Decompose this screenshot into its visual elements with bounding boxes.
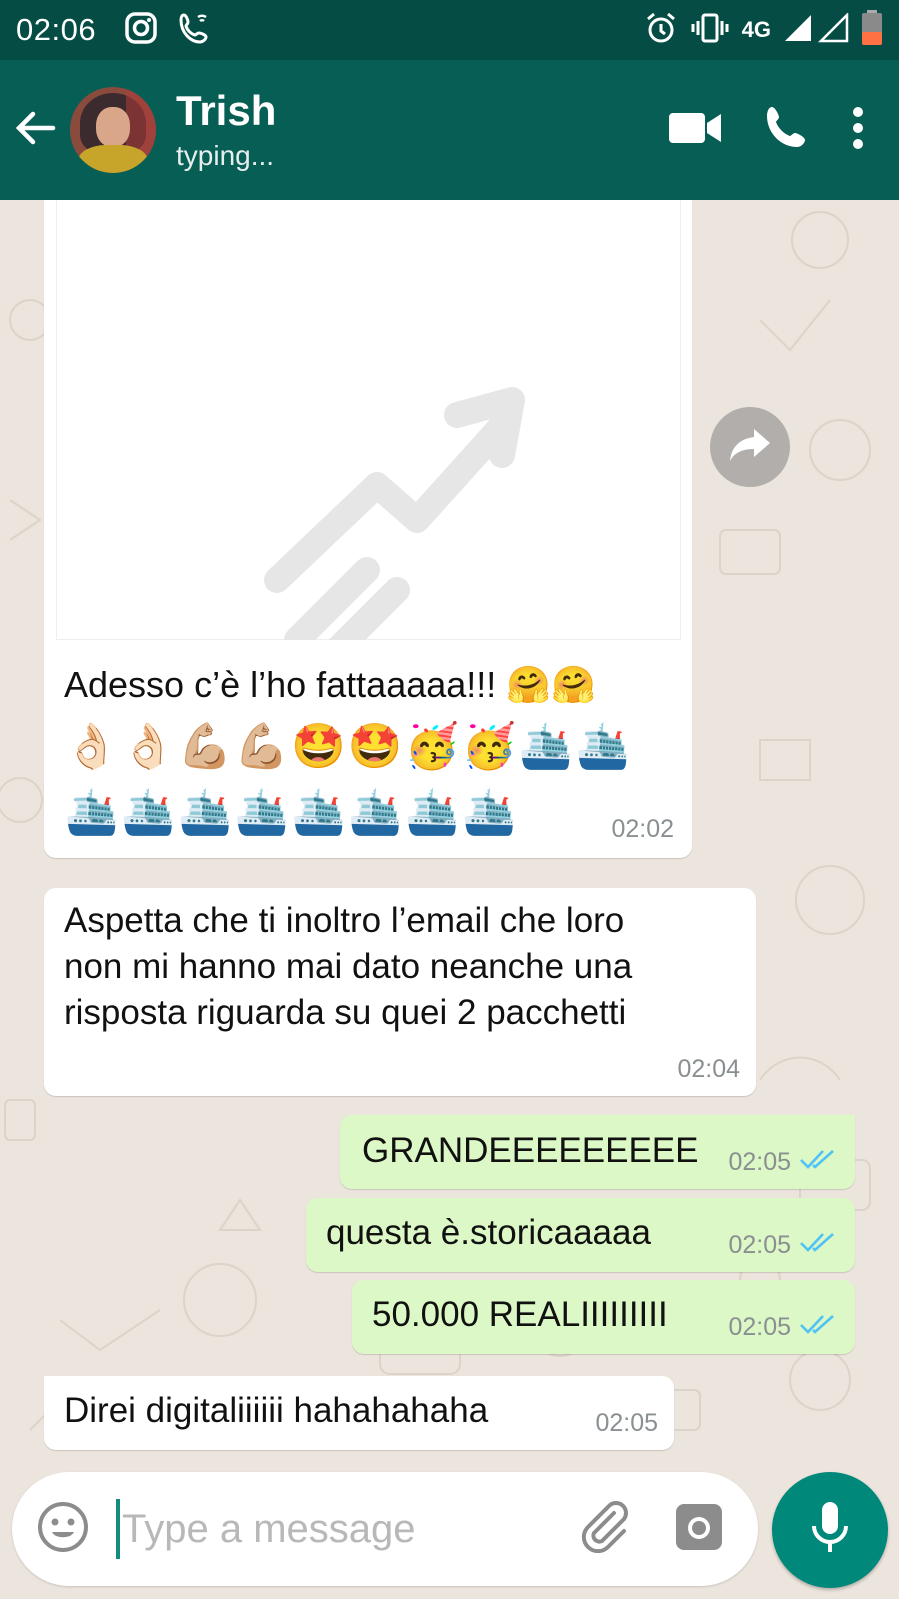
- alarm-icon: [644, 11, 678, 50]
- message-time: 02:05: [728, 1231, 791, 1259]
- emoji-icon: [36, 1501, 90, 1558]
- message-time: 02:02: [611, 815, 674, 843]
- emoji-line: 👌🏻👌🏻💪🏼💪🏼🤩🤩🥳🥳🛳️🛳️: [64, 722, 632, 771]
- video-call-button[interactable]: [669, 111, 723, 150]
- more-options-icon: [851, 106, 865, 154]
- vibrate-icon: [690, 12, 730, 49]
- emoji-line: 🛳️🛳️🛳️🛳️🛳️🛳️🛳️🛳️: [64, 788, 519, 837]
- voice-call-icon: [763, 106, 811, 156]
- wifi-call-icon: [178, 11, 212, 50]
- forward-button[interactable]: [710, 407, 790, 487]
- message-text-line: non mi hanno mai dato neanche una: [64, 947, 633, 986]
- message-time: 02:05: [728, 1148, 791, 1176]
- battery-icon: [861, 9, 883, 51]
- message-composer: [12, 1472, 758, 1586]
- attach-button[interactable]: [580, 1500, 632, 1558]
- status-time: 02:06: [16, 12, 97, 47]
- text-cursor: [116, 1499, 120, 1559]
- signal-icon: [783, 11, 849, 48]
- chat-header: Trish typing...: [0, 60, 899, 200]
- message-text: questa è.storicaaaaa: [326, 1213, 651, 1252]
- attach-icon: [580, 1500, 632, 1557]
- emoji-button[interactable]: [36, 1500, 90, 1559]
- contact-name: Trish: [176, 86, 277, 134]
- message-text: 50.000 REALIIIIIIIII: [372, 1295, 668, 1334]
- incoming-message[interactable]: Direi digitaliiiiii hahahahaha 02:05: [44, 1376, 674, 1450]
- contact-info[interactable]: Trish typing...: [176, 86, 277, 172]
- contact-status: typing...: [176, 140, 275, 172]
- back-arrow-icon: [13, 108, 57, 153]
- message-list[interactable]: Adesso c’è l’ho fattaaaaa!!! 🤗🤗 👌🏻👌🏻💪🏼💪🏼…: [0, 200, 899, 1460]
- link-preview-image[interactable]: [56, 200, 681, 663]
- voice-call-button[interactable]: [763, 104, 811, 157]
- network-type: 4G: [741, 17, 771, 42]
- status-bar: 02:06 4G: [0, 0, 899, 60]
- outgoing-message[interactable]: 50.000 REALIIIIIIIII 02:05: [352, 1280, 855, 1354]
- read-ticks-icon: [799, 1148, 837, 1177]
- message-text: Adesso c’è l’ho fattaaaaa!!! 🤗🤗: [64, 664, 596, 705]
- message-text-line: risposta riguarda su quei 2 pacchetti: [64, 993, 627, 1032]
- read-ticks-icon: [799, 1231, 837, 1260]
- message-input[interactable]: [122, 1506, 542, 1552]
- message-text: GRANDEEEEEEEEE: [362, 1131, 699, 1170]
- read-ticks-icon: [799, 1313, 837, 1342]
- camera-icon: [674, 1503, 724, 1556]
- contact-avatar[interactable]: [70, 87, 156, 173]
- back-button[interactable]: [0, 60, 70, 200]
- incoming-message[interactable]: Aspetta che ti inoltro l’email che loro …: [44, 888, 756, 1096]
- camera-button[interactable]: [674, 1502, 724, 1557]
- message-text-line: Aspetta che ti inoltro l’email che loro: [64, 901, 625, 940]
- message-time: 02:05: [728, 1313, 791, 1341]
- message-text: Direi digitaliiiiii hahahahaha: [64, 1391, 489, 1430]
- mic-icon: [810, 1500, 850, 1561]
- instagram-icon: [124, 11, 158, 50]
- outgoing-message[interactable]: questa è.storicaaaaa 02:05: [306, 1198, 855, 1272]
- outgoing-message[interactable]: GRANDEEEEEEEEE 02:05: [340, 1115, 855, 1189]
- voice-message-button[interactable]: [772, 1472, 888, 1588]
- more-options-button[interactable]: [851, 106, 865, 155]
- video-call-icon: [669, 112, 723, 149]
- message-time: 02:05: [595, 1409, 658, 1437]
- trending-up-icon: [57, 387, 682, 663]
- incoming-message[interactable]: Adesso c’è l’ho fattaaaaa!!! 🤗🤗 👌🏻👌🏻💪🏼💪🏼…: [44, 200, 692, 858]
- message-time: 02:04: [677, 1055, 740, 1083]
- forward-icon: [728, 427, 772, 468]
